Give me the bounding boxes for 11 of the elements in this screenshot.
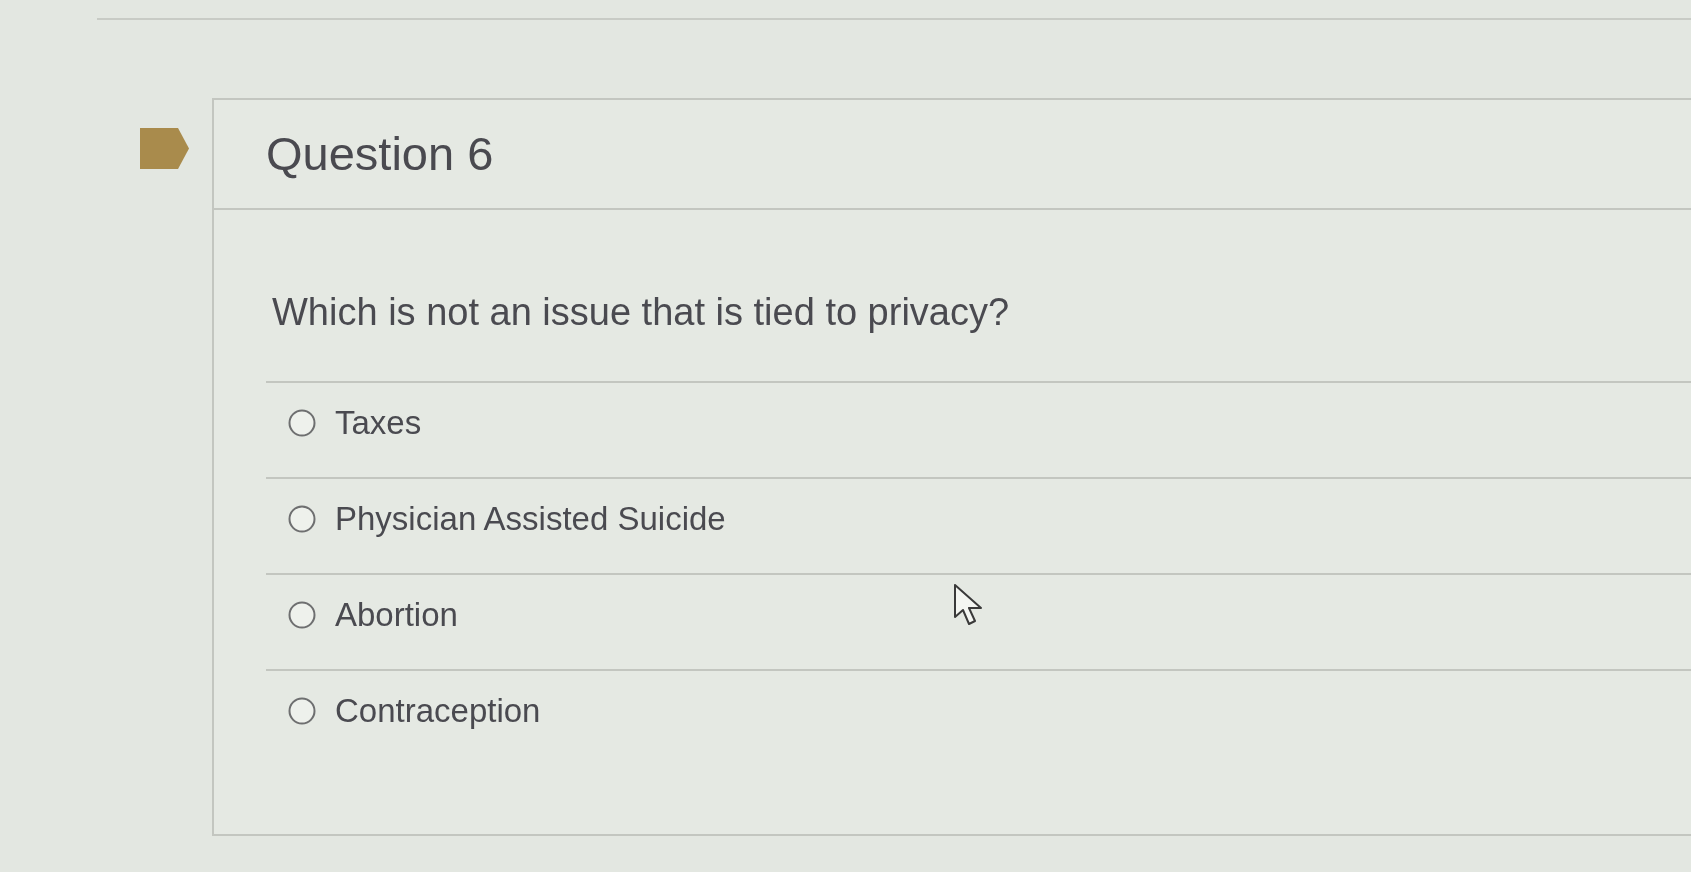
tag-icon: [140, 128, 189, 169]
radio-button[interactable]: [288, 601, 316, 629]
option-label[interactable]: Contraception: [335, 691, 541, 731]
question-text: Which is not an issue that is tied to privacy?: [272, 290, 1010, 334]
option-label[interactable]: Taxes: [335, 403, 422, 443]
radio-button[interactable]: [288, 505, 316, 533]
option-label[interactable]: Physician Assisted Suicide: [335, 499, 726, 539]
option-label[interactable]: Abortion: [335, 595, 458, 635]
question-title: Question 6: [266, 127, 494, 181]
radio-button[interactable]: [288, 409, 316, 437]
radio-button[interactable]: [288, 697, 316, 725]
